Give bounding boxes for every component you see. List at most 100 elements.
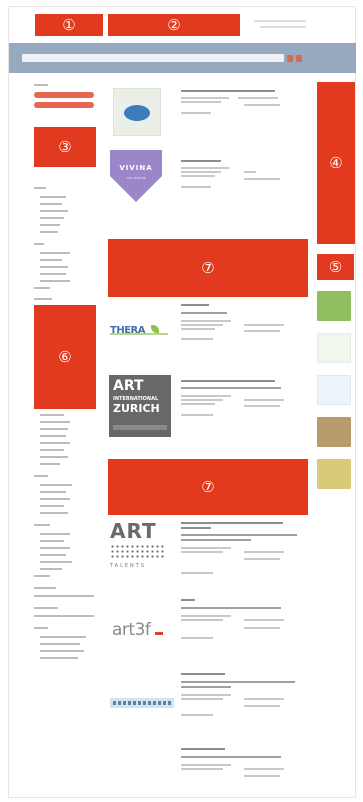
sidebar-item[interactable] [40,636,86,638]
result-title[interactable] [181,380,275,382]
sidebar-item[interactable] [40,259,62,261]
marker-3: ③ [34,127,96,167]
sidebar-item[interactable] [40,643,80,645]
result-subtitle [181,681,295,683]
result-text [244,405,280,407]
result-title[interactable] [181,673,225,675]
result-text [244,698,284,700]
sidebar-item[interactable] [34,595,94,597]
sidebar-item[interactable] [40,224,60,226]
result-title[interactable] [181,90,275,92]
result-logo-vivina[interactable]: VIVINA THE LEISURE [110,150,162,202]
sidebar-item[interactable] [40,561,72,563]
result-text [244,178,280,180]
art-zurich-line-3: ZURICH [113,402,160,415]
sidebar-heading [34,627,48,629]
sidebar-item[interactable] [40,210,68,212]
marker-7: ⑦ [108,459,308,515]
result-text [181,112,211,114]
result-logo-thera[interactable]: THERA [110,318,168,340]
result-logo-banner[interactable] [110,698,174,708]
badge-oval [122,103,152,123]
ad-banner[interactable] [317,375,351,405]
result-text [244,705,280,707]
sidebar-item[interactable] [40,554,66,556]
result-title[interactable] [181,599,195,601]
sidebar-item[interactable] [40,540,64,542]
sidebar-filter-pill[interactable] [34,102,94,108]
search-input[interactable] [22,54,284,62]
marker-6: ⑥ [34,305,96,409]
ad-banner[interactable] [317,333,351,363]
result-title[interactable] [181,522,283,524]
ad-banner[interactable] [317,459,351,489]
result-logo-art-zurich[interactable]: ART INTERNATIONAL ZURICH [109,375,171,437]
search-button[interactable] [287,55,293,62]
result-text [181,328,215,330]
result-logo-art3f[interactable]: art3f [112,620,170,642]
ad-banner[interactable] [317,417,351,447]
sidebar-item[interactable] [40,280,70,282]
sidebar-item[interactable] [34,287,50,289]
sidebar-item[interactable] [40,484,72,486]
sidebar-item[interactable] [40,547,70,549]
sidebar-item[interactable] [34,575,50,577]
thera-underline [110,333,168,335]
sidebar-item[interactable] [40,414,64,416]
result-subtitle [181,534,297,536]
ad-banner[interactable] [317,291,351,321]
sidebar-item[interactable] [40,273,66,275]
marker-5: ⑤ [317,254,354,280]
sidebar-item[interactable] [40,252,70,254]
result-title[interactable] [181,304,209,306]
sidebar-item[interactable] [40,196,66,198]
result-title[interactable] [181,748,225,750]
sidebar-item[interactable] [40,449,64,451]
sidebar-item[interactable] [40,435,66,437]
sidebar-item[interactable] [40,568,62,570]
result-text [181,551,223,553]
sidebar-item[interactable] [40,231,58,233]
sidebar-item[interactable] [40,266,68,268]
sidebar-item[interactable] [40,650,84,652]
sidebar-item[interactable] [40,505,64,507]
sidebar-item[interactable] [40,456,68,458]
result-text [181,403,215,405]
art-talents-sub: TALENTS [110,563,146,569]
sidebar-item[interactable] [40,491,66,493]
sidebar-item[interactable] [40,533,70,535]
sidebar-item[interactable] [40,421,70,423]
sidebar-item[interactable] [34,615,94,617]
sidebar-item[interactable] [40,428,68,430]
sidebar-item[interactable] [40,512,68,514]
sidebar-item[interactable] [40,442,70,444]
art3f-red-mark [155,632,164,635]
sidebar-heading [34,524,50,526]
result-text [181,324,223,326]
result-title[interactable] [181,527,211,529]
result-text [244,171,256,173]
result-subtitle [181,686,231,688]
result-text [244,775,280,777]
art-talents-title: ART [110,519,157,543]
search-options-button[interactable] [296,55,302,62]
result-text [244,324,284,326]
result-text [181,338,213,340]
result-title[interactable] [181,160,221,162]
sidebar-heading [34,475,48,477]
result-text [181,175,215,177]
result-text [181,97,229,99]
sidebar-item[interactable] [40,657,78,659]
art-zurich-strip [113,425,167,430]
sidebar-filter-pill[interactable] [34,92,94,98]
sidebar-item[interactable] [40,463,60,465]
marker-1: ① [35,14,103,36]
header-info-line [254,20,306,22]
result-text [181,615,231,617]
result-logo-art-talents[interactable]: ART TALENTS [110,520,170,580]
result-logo-badge[interactable] [113,88,161,136]
sidebar-item[interactable] [40,203,62,205]
result-text [181,414,213,416]
sidebar-item[interactable] [40,217,64,219]
sidebar-item[interactable] [40,498,70,500]
